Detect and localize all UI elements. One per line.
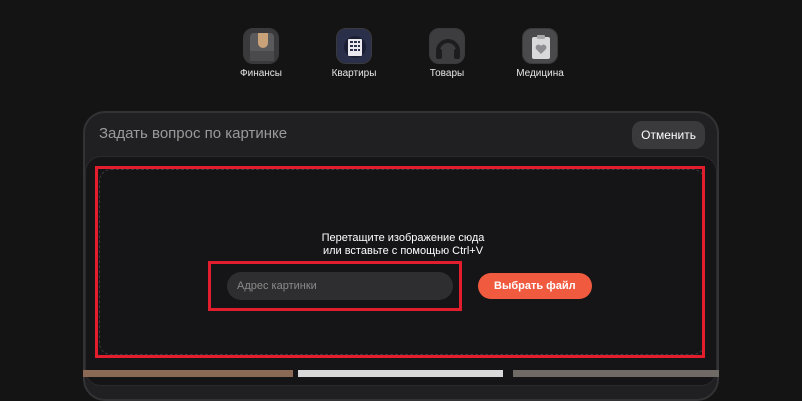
category-label: Финансы	[240, 68, 282, 79]
thumbnail[interactable]	[298, 370, 503, 377]
image-url-field	[227, 272, 453, 300]
category-label: Товары	[429, 68, 465, 79]
results-thumbnails-strip	[83, 370, 719, 377]
image-search-card: Задать вопрос по картинке Отменить Перет…	[83, 111, 719, 401]
upload-panel: Перетащите изображение сюда или вставьте…	[85, 156, 717, 386]
category-label: Медицина	[516, 68, 564, 79]
thumbnail[interactable]	[513, 370, 719, 377]
category-finance[interactable]: Финансы	[221, 28, 301, 79]
image-url-input[interactable]	[227, 272, 453, 300]
category-shortcuts: Финансы Квартиры Товары Медицина	[0, 28, 802, 84]
image-drop-zone[interactable]: Перетащите изображение сюда или вставьте…	[99, 169, 705, 355]
drop-hint-line2: или вставьте с помощью Ctrl+V	[322, 245, 484, 257]
question-input[interactable]: Задать вопрос по картинке	[99, 125, 287, 142]
drop-hint: Перетащите изображение сюда или вставьте…	[100, 232, 706, 258]
headphones-icon	[429, 28, 465, 64]
drop-hint-line1: Перетащите изображение сюда	[321, 232, 485, 244]
cancel-button[interactable]: Отменить	[632, 121, 705, 149]
thumbnail[interactable]	[83, 370, 293, 377]
wallet-icon	[243, 28, 279, 64]
medical-icon	[522, 28, 558, 64]
building-icon	[336, 28, 372, 64]
category-medicine[interactable]: Медицина	[500, 28, 580, 79]
category-apartments[interactable]: Квартиры	[314, 28, 394, 79]
category-label: Квартиры	[331, 68, 377, 79]
category-goods[interactable]: Товары	[407, 28, 487, 79]
choose-file-button[interactable]: Выбрать файл	[478, 273, 592, 299]
